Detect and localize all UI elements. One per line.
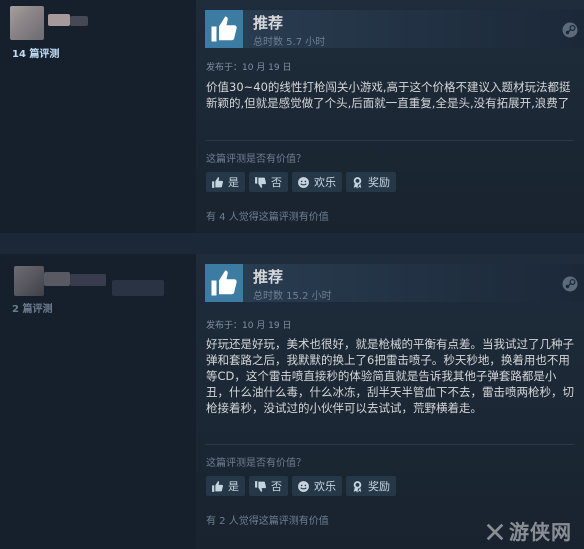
reviewer-review-count[interactable]: 2 篇评测: [12, 300, 52, 315]
playtime-hours: 总时数 5.7 小时: [253, 37, 326, 48]
review-body: 好玩还是好玩，美术也很好，就是枪械的平衡有点差。当我试过了几种子弹和套路之后，我…: [206, 337, 574, 415]
thumbs-down-icon: [255, 176, 267, 188]
avatar[interactable]: [10, 6, 44, 40]
vote-funny-button[interactable]: 欢乐: [292, 476, 342, 496]
playtime-hours: 总时数 15.2 小时: [253, 291, 332, 302]
divider: [206, 140, 574, 141]
award-icon: [353, 480, 362, 492]
vote-no-button[interactable]: 否: [249, 476, 288, 496]
vote-funny-button[interactable]: 欢乐: [292, 172, 342, 192]
found-helpful-count: 有 2 人觉得这篇评测有价值: [206, 516, 329, 527]
avatar[interactable]: [14, 266, 44, 296]
award-button[interactable]: 奖励: [346, 476, 396, 496]
blur-block: [70, 16, 88, 26]
review-verdict[interactable]: 推荐: [253, 266, 283, 287]
vote-yes-label: 是: [228, 176, 239, 189]
watermark-logo-icon: [486, 523, 504, 541]
reviewer-name-blurred[interactable]: [48, 14, 70, 26]
review-card: 2 篇评测 推荐 总时数 15.2 小时 发布于：10 月 19 日 好玩还是好…: [0, 254, 584, 549]
blur-block: [70, 274, 106, 286]
vote-funny-label: 欢乐: [314, 176, 336, 189]
review-content: 推荐 总时数 15.2 小时 发布于：10 月 19 日 好玩还是好玩，美术也很…: [196, 254, 584, 549]
steam-icon: [562, 276, 578, 292]
thumbs-up-icon: [212, 480, 224, 492]
vote-funny-label: 欢乐: [314, 480, 336, 493]
smiley-icon: [298, 480, 309, 492]
vote-no-label: 否: [271, 480, 282, 493]
reviewer-panel: 2 篇评测: [0, 254, 196, 549]
review-card: 14 篇评测 推荐 总时数 5.7 小时 发布于：10 月 19 日 价值30~…: [0, 0, 584, 233]
vote-buttons: 是 否 欢乐 奖励: [206, 476, 396, 496]
review-body: 价值30~40的线性打枪闯关小游戏,高于这个价格不建议入题材玩法都挺新颖的,但就…: [206, 80, 571, 110]
steam-icon: [562, 22, 578, 38]
thumbs-up-icon: [205, 264, 243, 302]
review-verdict[interactable]: 推荐: [253, 12, 283, 33]
award-label: 奖励: [368, 480, 390, 493]
vote-yes-button[interactable]: 是: [206, 172, 245, 192]
vote-no-button[interactable]: 否: [249, 172, 288, 192]
vote-no-label: 否: [271, 176, 282, 189]
vote-yes-button[interactable]: 是: [206, 476, 245, 496]
helpful-question: 这篇评测是否有价值？: [206, 458, 306, 469]
vote-buttons: 是 否 欢乐 奖励: [206, 172, 396, 192]
thumbs-down-icon: [255, 480, 267, 492]
award-label: 奖励: [368, 176, 390, 189]
divider: [206, 444, 574, 445]
award-button[interactable]: 奖励: [346, 172, 396, 192]
thumbs-up-icon: [212, 176, 224, 188]
found-helpful-count: 有 4 人觉得这篇评测有价值: [206, 212, 329, 223]
posted-date: 发布于：10 月 19 日: [206, 321, 292, 331]
review-header: 推荐 总时数 5.7 小时: [205, 10, 584, 48]
helpful-question: 这篇评测是否有价值？: [206, 154, 306, 165]
reviewer-review-count[interactable]: 14 篇评测: [12, 45, 59, 60]
smiley-icon: [298, 176, 309, 188]
review-header: 推荐 总时数 15.2 小时: [205, 264, 584, 302]
thumbs-up-icon: [205, 10, 243, 48]
reviewer-name-blurred[interactable]: [44, 272, 70, 286]
reviewer-panel: 14 篇评测: [0, 0, 196, 233]
watermark: 游侠网: [509, 520, 572, 544]
blur-block: [112, 280, 164, 296]
posted-date: 发布于：10 月 19 日: [206, 63, 292, 73]
vote-yes-label: 是: [228, 480, 239, 493]
review-content: 推荐 总时数 5.7 小时 发布于：10 月 19 日 价值30~40的线性打枪…: [196, 0, 584, 233]
award-icon: [353, 176, 362, 188]
